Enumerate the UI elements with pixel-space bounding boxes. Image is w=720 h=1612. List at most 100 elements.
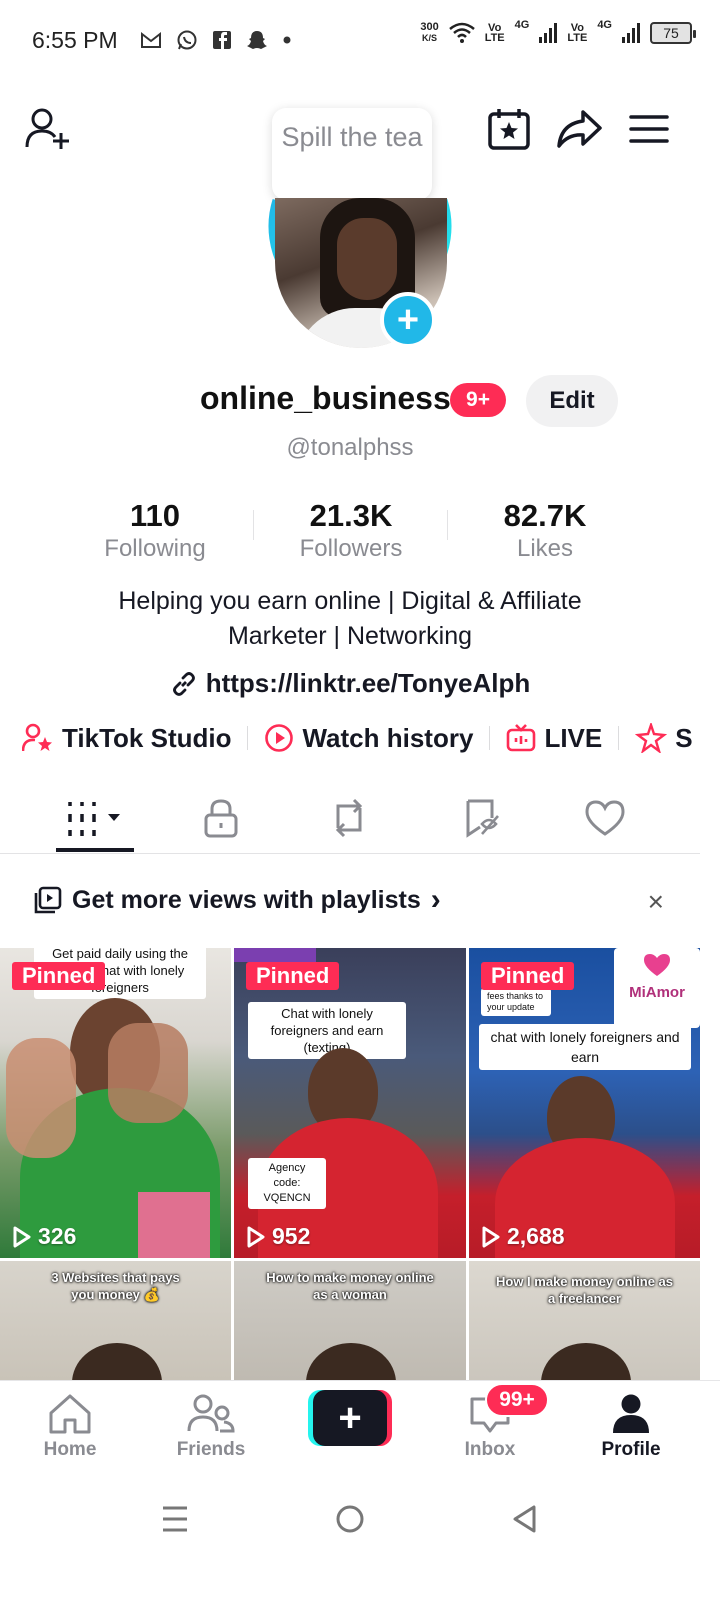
recent-apps-icon[interactable]: [160, 1504, 190, 1534]
more-shortcut[interactable]: S: [635, 722, 693, 754]
tab-liked[interactable]: [565, 786, 645, 850]
network-speed: 300 K/S: [420, 21, 439, 44]
sim2-volte: Vo LTE: [567, 22, 588, 44]
saved-icon: [466, 799, 499, 838]
edit-profile-button[interactable]: Edit: [526, 375, 618, 427]
plus-icon: +: [396, 299, 420, 341]
calendar-star-icon: [488, 109, 530, 150]
tab-reposts[interactable]: [309, 786, 389, 850]
profile-link[interactable]: https://linktr.ee/TonyeAlph: [0, 668, 700, 699]
video-sub-caption: fees thanks to your update: [481, 988, 551, 1016]
sparkle-icon: [635, 723, 668, 753]
shortcut-label: LIVE: [544, 722, 603, 753]
nav-label: Home: [43, 1439, 97, 1460]
close-banner-button[interactable]: ×: [648, 886, 664, 918]
playlist-banner[interactable]: Get more views with playlists › ×: [0, 854, 700, 946]
likes-stat[interactable]: 82.7K Likes: [447, 498, 643, 564]
calendar-button[interactable]: [484, 104, 534, 154]
followers-label: Followers: [299, 535, 403, 562]
nav-home[interactable]: Home: [15, 1381, 125, 1481]
inbox-badge: 99+: [485, 1383, 549, 1417]
tab-videos[interactable]: [56, 786, 136, 850]
sim1-volte: Vo LTE: [484, 22, 505, 44]
gmail-icon: [140, 31, 161, 48]
video-caption: How I make money online as a freelancer: [496, 1274, 673, 1306]
watch-history-shortcut[interactable]: Watch history: [264, 723, 473, 754]
shortcut-divider: [618, 726, 620, 750]
profile-stats: 110 Following 21.3K Followers 82.7K Like…: [57, 498, 643, 568]
video-grid: Get paid daily using the app to chat wit…: [0, 948, 700, 1380]
playlist-icon: [34, 886, 62, 914]
tab-saved[interactable]: [442, 786, 522, 850]
video-caption: Chat with lonely foreigners and earn (te…: [248, 1002, 406, 1059]
name-notification-badge[interactable]: 9+: [450, 383, 506, 417]
active-tab-indicator: [56, 848, 134, 852]
sim1-network: 4G: [514, 19, 530, 31]
nav-label: Friends: [176, 1439, 246, 1460]
facebook-icon: [212, 31, 231, 49]
video-caption: chat with lonely foreigners and earn: [479, 1024, 691, 1070]
clock: 6:55 PM: [32, 26, 118, 53]
whatsapp-icon: [177, 30, 197, 50]
bio-line: Marketer | Networking: [227, 622, 473, 650]
notification-icons: [140, 29, 292, 51]
play-outline-icon: [482, 1226, 500, 1247]
view-count: 952: [246, 1223, 310, 1250]
profile-shortcuts: TikTok Studio Watch history LIVE S: [22, 718, 720, 758]
menu-button[interactable]: [624, 104, 674, 154]
video-tile[interactable]: How to make money online as a woman: [234, 1261, 466, 1380]
video-tile[interactable]: Chat with lonely foreigners and earn (te…: [234, 948, 466, 1258]
battery-level: 75: [663, 25, 679, 41]
view-count-text: 952: [272, 1223, 311, 1249]
video-caption: 3 Websites that pays you money 💰: [51, 1270, 180, 1302]
shortcut-divider: [247, 726, 249, 750]
play-outline-icon: [13, 1226, 31, 1247]
hamburger-menu-icon: [629, 115, 669, 143]
sim2-network: 4G: [597, 19, 612, 31]
username-handle: @tonalphss: [286, 434, 414, 461]
play-circle-icon: [265, 724, 294, 752]
sim2-signal-icon: [622, 23, 640, 43]
view-count-text: 326: [38, 1223, 77, 1249]
video-tile[interactable]: MiAmor fees thanks to your update chat w…: [469, 948, 700, 1258]
video-tile[interactable]: 3 Websites that pays you money 💰: [0, 1261, 231, 1380]
share-profile-button[interactable]: [554, 104, 604, 154]
view-count: 326: [12, 1223, 76, 1250]
following-stat[interactable]: 110 Following: [57, 498, 253, 564]
friends-icon: [187, 1394, 235, 1433]
tiktok-studio-shortcut[interactable]: TikTok Studio: [22, 723, 231, 754]
profile-bio: Helping you earn online | Digital & Affi…: [0, 584, 700, 654]
likes-count: 82.7K: [503, 498, 587, 533]
create-plus-icon: +: [313, 1390, 387, 1446]
profile-person-icon: [613, 1394, 649, 1433]
home-circle-icon[interactable]: [335, 1504, 365, 1534]
battery-icon: 75: [650, 22, 696, 44]
view-count-text: 2,688: [507, 1223, 565, 1249]
back-icon[interactable]: [510, 1504, 540, 1534]
heart-chat-icon: [644, 954, 670, 976]
following-label: Following: [104, 535, 206, 562]
live-shortcut[interactable]: LIVE: [506, 723, 602, 754]
person-star-icon: [22, 723, 52, 752]
link-icon: [172, 671, 195, 696]
heart-icon: [585, 800, 625, 836]
tab-private[interactable]: [181, 786, 261, 850]
nav-friends[interactable]: Friends: [156, 1381, 266, 1481]
nav-profile[interactable]: Profile: [576, 1381, 686, 1481]
play-outline-icon: [247, 1226, 265, 1247]
add-story-button[interactable]: +: [380, 292, 436, 348]
spill-the-tea-tooltip[interactable]: Spill the tea: [272, 108, 432, 210]
video-tile[interactable]: How I make money online as a freelancer: [469, 1261, 700, 1380]
shortcut-label: S: [675, 722, 693, 753]
snapchat-icon: [246, 31, 267, 49]
create-video-button[interactable]: +: [308, 1390, 392, 1446]
add-person-icon: [25, 108, 69, 149]
nav-label: Inbox: [464, 1439, 516, 1460]
likes-label: Likes: [516, 535, 574, 562]
followers-stat[interactable]: 21.3K Followers: [253, 498, 449, 564]
tv-icon: [507, 724, 536, 752]
link-text: https://linktr.ee/TonyeAlph: [205, 668, 531, 698]
videos-grid-icon: [68, 802, 120, 836]
video-tile[interactable]: Get paid daily using the app to chat wit…: [0, 948, 231, 1258]
add-friend-button[interactable]: [24, 104, 74, 154]
